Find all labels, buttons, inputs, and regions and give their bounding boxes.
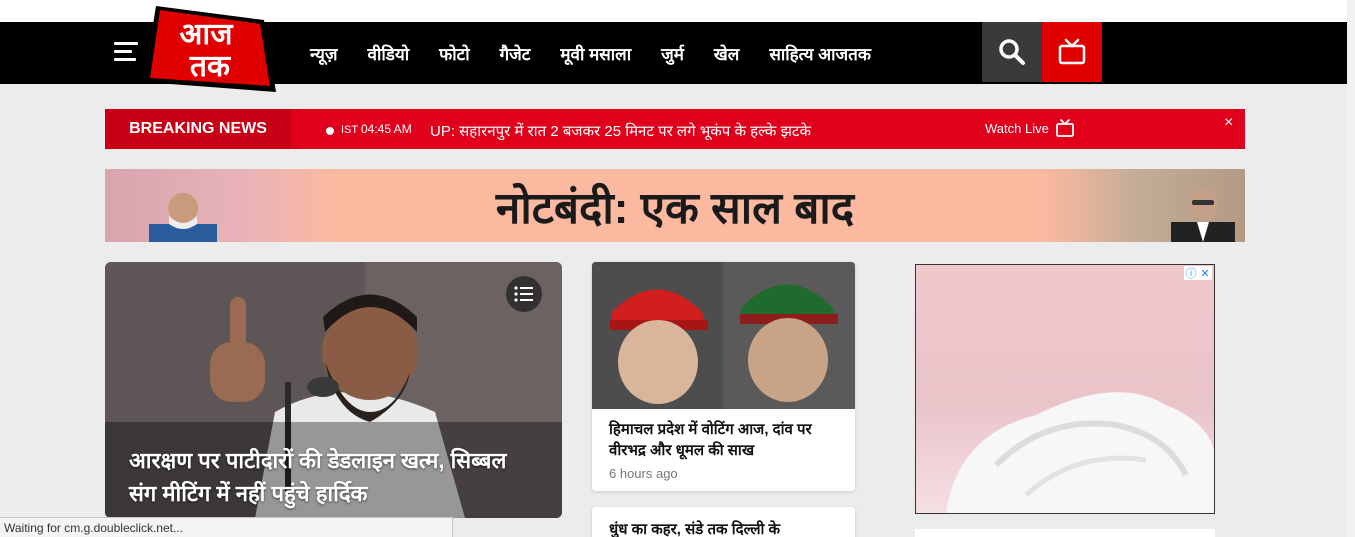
nav-item-crime[interactable]: जुर्म xyxy=(661,42,684,65)
nav-item-sahitya-aajtak[interactable]: साहित्य आजतक xyxy=(769,42,871,65)
ad-controls: ⓘ ✕ xyxy=(1184,266,1212,280)
nav-item-sports[interactable]: खेल xyxy=(714,42,739,65)
hamburger-line xyxy=(114,50,132,53)
nav-item-gadget[interactable]: गैजेट xyxy=(500,42,531,65)
hamburger-line xyxy=(114,42,138,45)
breaking-news-close-button[interactable]: × xyxy=(1224,114,1233,132)
story-card[interactable]: धुंध का कहर, संडे तक दिल्ली के xyxy=(592,507,855,537)
advertisement-secondary[interactable] xyxy=(915,529,1215,537)
story-title: हिमाचल प्रदेश में वोटिंग आज, दांव पर वीर… xyxy=(609,421,812,459)
watch-live-link[interactable]: Watch Live xyxy=(985,119,1075,137)
banner-title: नोटबंदी: एक साल बाद xyxy=(495,183,855,233)
breaking-timezone: IST xyxy=(341,124,358,136)
ad-image xyxy=(946,392,1214,513)
nav-menu: न्यूज़ वीडियो फोटो गैजेट मूवी मसाला जुर्… xyxy=(310,22,901,84)
story-timestamp: 6 hours ago xyxy=(609,466,678,481)
story-card[interactable]: हिमाचल प्रदेश में वोटिंग आज, दांव पर वीर… xyxy=(592,262,855,491)
notebandi-banner[interactable]: नोटबंदी: एक साल बाद xyxy=(105,169,1245,242)
live-dot-icon xyxy=(326,127,334,135)
breaking-news-bar: BREAKING NEWS IST 04:45 AM UP: सहारनपुर … xyxy=(105,109,1245,149)
breaking-time-value: 04:45 AM xyxy=(360,122,412,136)
live-tv-button[interactable] xyxy=(1042,22,1102,82)
breaking-news-time: IST 04:45 AM xyxy=(341,122,412,136)
hero-story-title: आरक्षण पर पाटीदारों की डेडलाइन खत्म, सिब… xyxy=(129,448,507,506)
list-icon xyxy=(514,286,533,302)
story-list-icon[interactable] xyxy=(506,276,542,312)
tv-icon xyxy=(1055,119,1074,137)
hero-story-card[interactable]: आरक्षण पर पाटीदारों की डेडलाइन खत्म, सिब… xyxy=(105,262,562,518)
hamburger-menu-icon[interactable] xyxy=(114,42,138,64)
nav-item-video[interactable]: वीडियो xyxy=(368,42,410,65)
hamburger-line xyxy=(114,58,136,61)
nav-item-movie-masala[interactable]: मूवी मसाला xyxy=(560,42,631,65)
search-icon xyxy=(999,39,1025,65)
ad-close-icon[interactable]: ✕ xyxy=(1198,266,1212,280)
advertisement[interactable]: ⓘ ✕ xyxy=(915,264,1215,514)
ad-info-icon[interactable]: ⓘ xyxy=(1184,266,1198,280)
story-image xyxy=(592,262,855,409)
nav-item-photo[interactable]: फोटो xyxy=(439,42,469,65)
browser-status-bar: Waiting for cm.g.doubleclick.net... xyxy=(0,517,453,537)
aajtak-logo[interactable]: आज तक xyxy=(142,2,278,98)
breaking-news-headline[interactable]: UP: सहारनपुर में रात 2 बजकर 25 मिनट पर ल… xyxy=(430,121,811,141)
story-title: धुंध का कहर, संडे तक दिल्ली के xyxy=(609,521,781,537)
watch-live-label: Watch Live xyxy=(985,120,1049,136)
logo-graphic: आज तक xyxy=(144,6,276,92)
nav-item-news[interactable]: न्यूज़ xyxy=(310,42,338,65)
tv-icon xyxy=(1058,38,1086,65)
breaking-news-label: BREAKING NEWS xyxy=(105,109,291,149)
logo-text-top: आज xyxy=(180,17,235,52)
logo-text-bottom: तक xyxy=(189,49,231,84)
search-button[interactable] xyxy=(982,22,1042,82)
scrollbar[interactable] xyxy=(1347,0,1355,537)
